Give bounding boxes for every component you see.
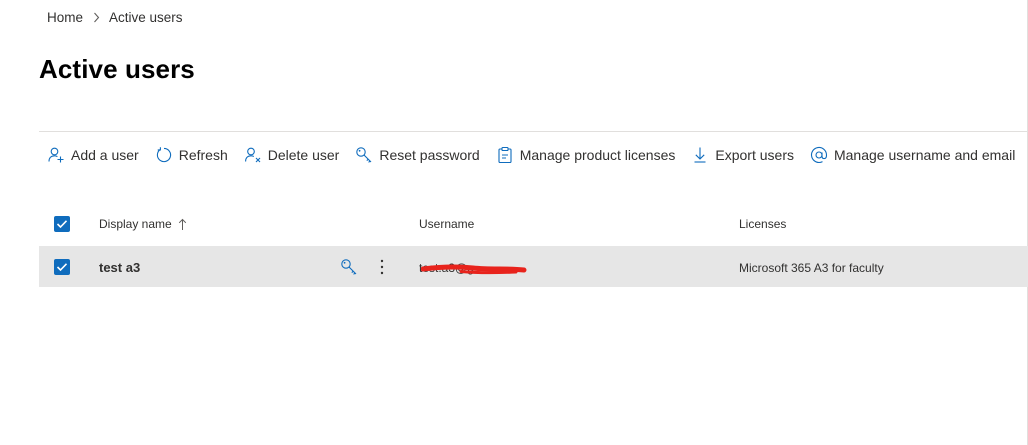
more-commands-button[interactable]: ⋯ [1023, 142, 1028, 168]
clipboard-icon [496, 146, 514, 164]
row-more-actions-button[interactable] [373, 257, 391, 277]
column-header-licenses[interactable]: Licenses [739, 217, 786, 231]
row-checkbox[interactable] [54, 259, 70, 275]
redaction-scribble [421, 264, 527, 275]
refresh-button[interactable]: Refresh [147, 142, 236, 168]
checkmark-icon [56, 263, 68, 272]
reset-password-button[interactable]: Reset password [347, 142, 487, 168]
user-display-name[interactable]: test a3 [99, 260, 140, 275]
manage-username-button[interactable]: Manage username and email [802, 142, 1023, 168]
breadcrumb: Home Active users [47, 8, 183, 26]
table-header: Display name Username Licenses [39, 205, 1028, 245]
manage-product-licenses-button[interactable]: Manage product licenses [488, 142, 684, 168]
sort-ascending-icon [178, 218, 187, 231]
reset-password-label: Reset password [379, 147, 480, 163]
column-header-licenses-label: Licenses [739, 217, 787, 231]
row-reset-password-button[interactable] [339, 257, 359, 277]
commandbar-divider [39, 131, 1028, 132]
vertical-ellipsis-icon [380, 259, 384, 275]
refresh-label: Refresh [178, 147, 228, 163]
add-user-label: Add a user [71, 147, 139, 163]
table-row[interactable]: test a3 test.a3@g Microsoft 365 A3 for f… [39, 246, 1028, 287]
column-header-username[interactable]: Username [419, 217, 474, 231]
column-header-display-name-label: Display name [99, 217, 172, 231]
download-icon [691, 146, 709, 164]
key-icon [341, 259, 357, 275]
add-user-icon [47, 146, 65, 164]
manage-username-label: Manage username and email [833, 147, 1016, 163]
commandbar: Add a user Refresh Delete user Reset pas… [39, 142, 1028, 168]
select-all-checkbox[interactable] [54, 216, 70, 232]
chevron-right-icon [93, 12, 100, 23]
checkmark-icon [56, 220, 68, 229]
column-header-username-label: Username [419, 217, 475, 231]
breadcrumb-home-link[interactable]: Home [47, 10, 83, 25]
delete-user-button[interactable]: Delete user [236, 142, 348, 168]
column-header-display-name[interactable]: Display name [99, 217, 187, 231]
delete-user-label: Delete user [267, 147, 340, 163]
manage-product-licenses-label: Manage product licenses [519, 147, 676, 163]
key-icon [355, 146, 373, 164]
add-user-button[interactable]: Add a user [39, 142, 147, 168]
user-licenses: Microsoft 365 A3 for faculty [739, 261, 884, 275]
delete-user-icon [244, 146, 262, 164]
breadcrumb-current: Active users [109, 9, 183, 25]
at-sign-icon [810, 146, 828, 164]
export-users-label: Export users [715, 147, 794, 163]
refresh-icon [155, 146, 173, 164]
export-users-button[interactable]: Export users [683, 142, 802, 168]
page-title: Active users [39, 54, 195, 84]
